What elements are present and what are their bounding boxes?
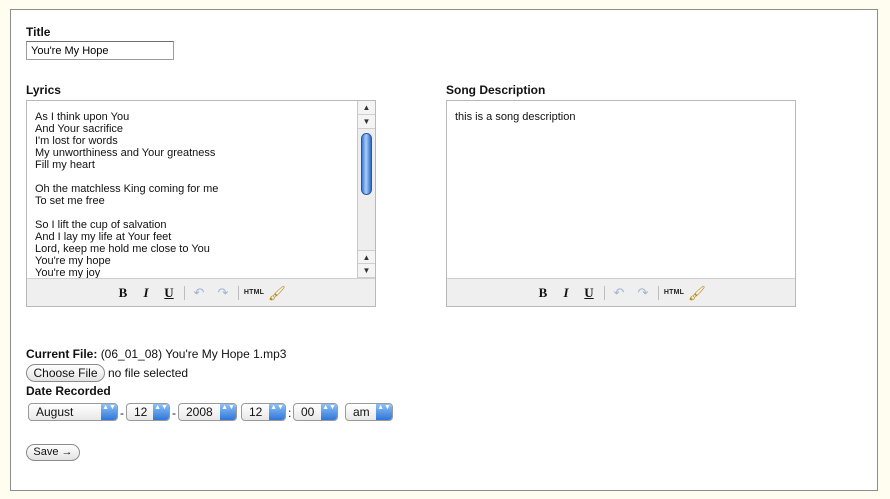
toolbar-divider xyxy=(184,286,185,300)
hour-select[interactable]: 12 ▲▼ xyxy=(241,403,286,421)
song-form-panel: Title Lyrics As I think upon You And You… xyxy=(10,9,878,491)
toolbar-divider xyxy=(238,286,239,300)
title-label: Title xyxy=(26,25,51,39)
month-select[interactable]: August ▲▼ xyxy=(28,403,118,421)
select-arrows-icon: ▲▼ xyxy=(220,404,236,420)
day-select-value: 12 xyxy=(134,405,148,419)
month-select-value: August xyxy=(36,405,74,419)
toolbar-divider xyxy=(604,286,605,300)
year-select-value: 2008 xyxy=(186,405,213,419)
save-button[interactable]: Save → xyxy=(26,444,80,461)
minute-select-value: 00 xyxy=(301,405,315,419)
select-arrows-icon: ▲▼ xyxy=(101,404,117,420)
ampm-select[interactable]: am ▲▼ xyxy=(345,403,393,421)
select-arrows-icon: ▲▼ xyxy=(269,404,285,420)
bold-button[interactable]: B xyxy=(537,285,549,301)
choose-file-button[interactable]: Choose File xyxy=(26,364,105,382)
html-source-button[interactable]: HTML xyxy=(243,285,265,301)
scroll-down-arrow-icon[interactable]: ▼ xyxy=(358,264,375,278)
file-status-text: no file selected xyxy=(108,366,189,380)
description-label: Song Description xyxy=(446,83,546,97)
hour-select-value: 12 xyxy=(249,405,263,419)
title-input[interactable] xyxy=(26,41,174,60)
description-textarea[interactable]: this is a song description xyxy=(447,101,795,278)
date-separator: - xyxy=(172,406,176,420)
date-separator: - xyxy=(120,406,124,420)
redo-icon[interactable]: ↷ xyxy=(216,285,230,301)
current-file-line: Current File: (06_01_08) You're My Hope … xyxy=(26,347,286,361)
select-arrows-icon: ▲▼ xyxy=(153,404,169,420)
day-select[interactable]: 12 ▲▼ xyxy=(126,403,170,421)
cleanup-brush-icon[interactable]: 🖌 xyxy=(268,285,286,301)
underline-button[interactable]: U xyxy=(583,285,595,301)
description-editor: this is a song description B I U ↶ ↷ HTM… xyxy=(446,100,796,307)
scroll-up-arrow-icon[interactable]: ▲ xyxy=(358,101,375,115)
ampm-select-value: am xyxy=(353,405,370,419)
undo-icon[interactable]: ↶ xyxy=(192,285,206,301)
select-arrows-icon: ▲▼ xyxy=(376,404,392,420)
scroll-up-arrow-icon[interactable]: ▲ xyxy=(358,250,375,264)
redo-icon[interactable]: ↷ xyxy=(636,285,650,301)
italic-button[interactable]: I xyxy=(140,285,152,301)
select-arrows-icon: ▲▼ xyxy=(321,404,337,420)
lyrics-textarea[interactable]: As I think upon You And Your sacrifice I… xyxy=(27,101,357,278)
current-file-label: Current File: xyxy=(26,347,98,361)
time-separator: : xyxy=(288,406,292,420)
date-recorded-label: Date Recorded xyxy=(26,384,111,398)
lyrics-editor: As I think upon You And Your sacrifice I… xyxy=(26,100,376,307)
minute-select[interactable]: 00 ▲▼ xyxy=(293,403,338,421)
toolbar-divider xyxy=(658,286,659,300)
italic-button[interactable]: I xyxy=(560,285,572,301)
lyrics-scrollbar[interactable]: ▲ ▼ ▲ ▼ xyxy=(357,101,375,278)
undo-icon[interactable]: ↶ xyxy=(612,285,626,301)
lyrics-editor-toolbar: B I U ↶ ↷ HTML 🖌 xyxy=(27,278,375,306)
description-editor-toolbar: B I U ↶ ↷ HTML 🖌 xyxy=(447,278,795,306)
lyrics-label: Lyrics xyxy=(26,83,61,97)
cleanup-brush-icon[interactable]: 🖌 xyxy=(688,285,706,301)
current-file-value: (06_01_08) You're My Hope 1.mp3 xyxy=(100,347,287,361)
year-select[interactable]: 2008 ▲▼ xyxy=(178,403,237,421)
html-source-button[interactable]: HTML xyxy=(663,285,685,301)
scroll-down-arrow-icon[interactable]: ▼ xyxy=(358,115,375,129)
underline-button[interactable]: U xyxy=(163,285,175,301)
scroll-thumb[interactable] xyxy=(361,133,372,195)
bold-button[interactable]: B xyxy=(117,285,129,301)
